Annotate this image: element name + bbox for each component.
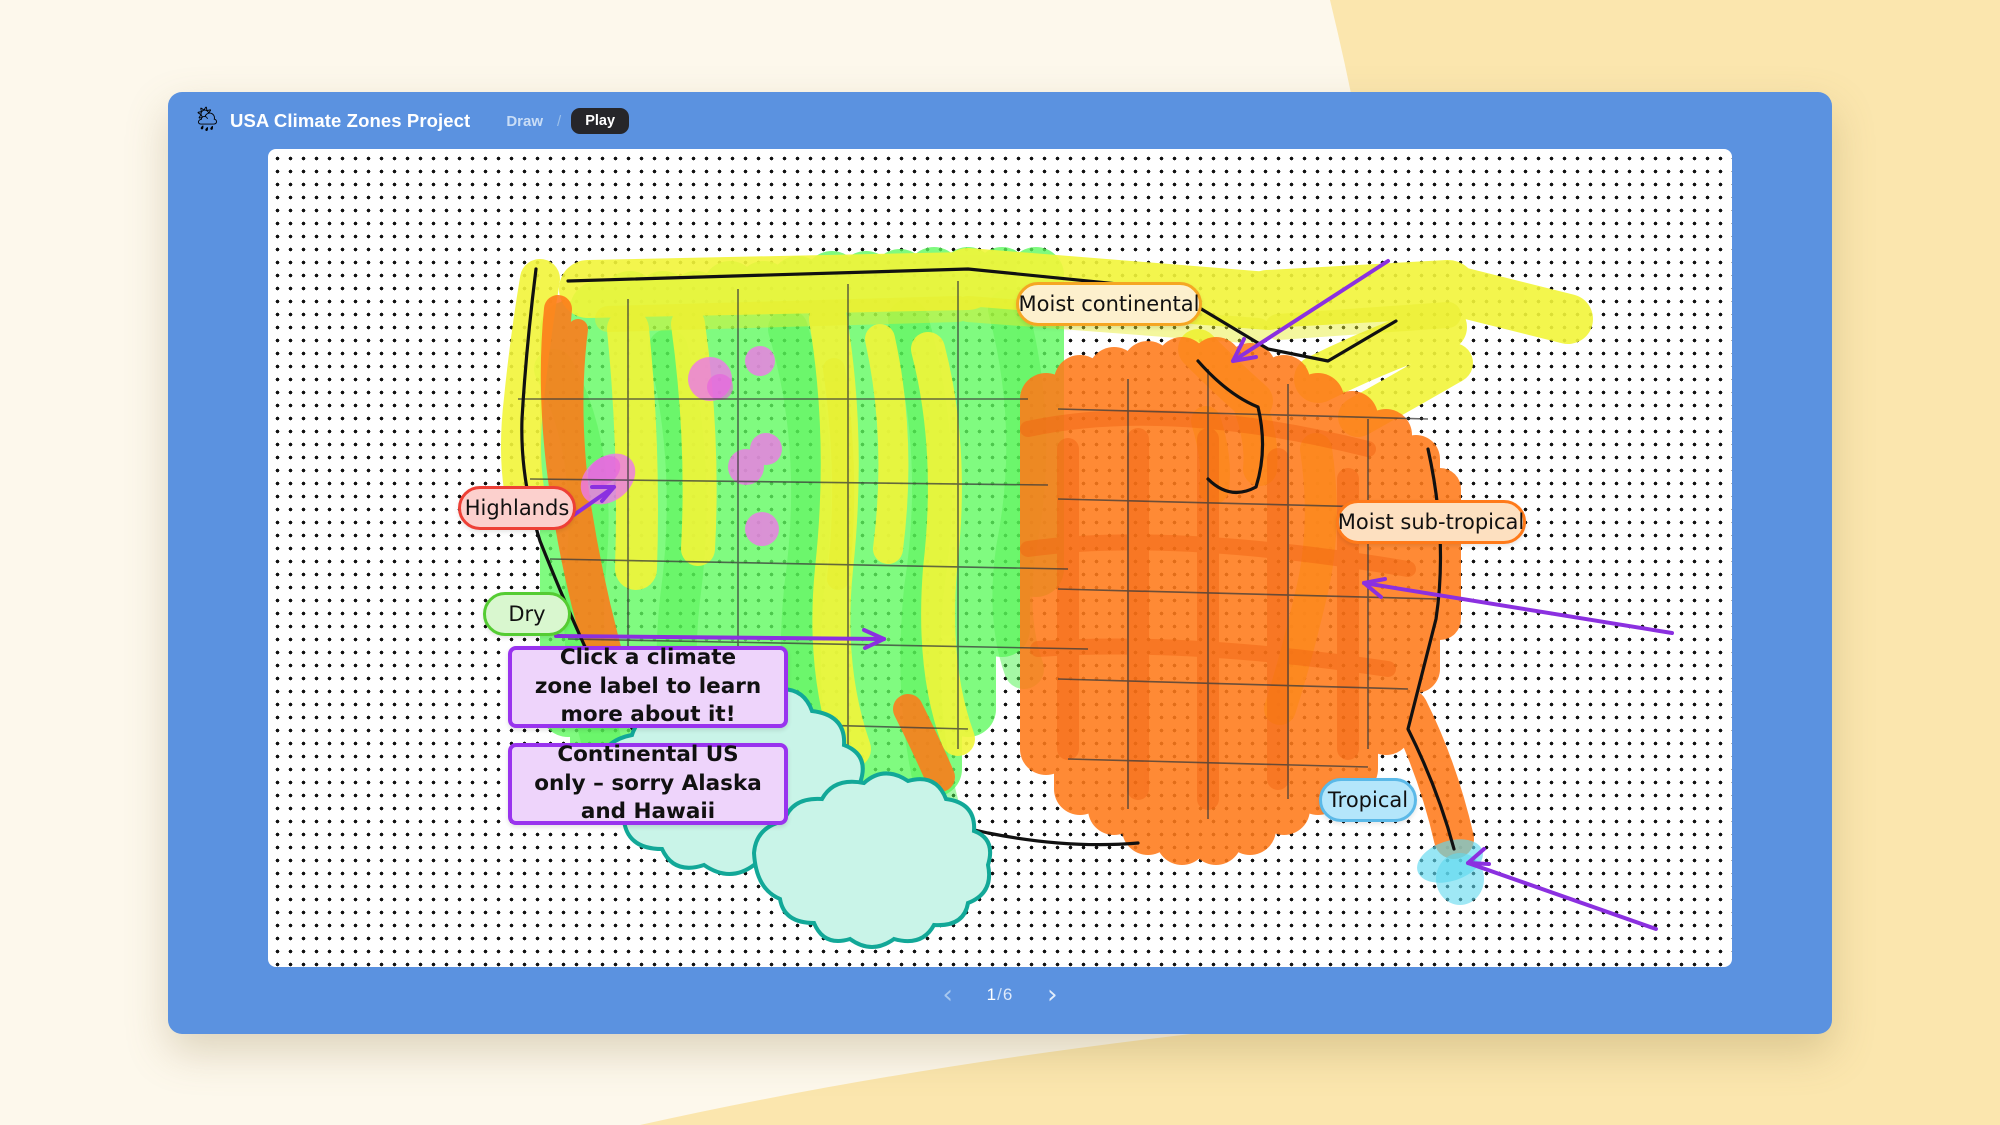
zone-label-moist-sub-tropical[interactable]: Moist sub-tropical <box>1336 500 1526 544</box>
slide-total: 6 <box>1002 985 1014 1004</box>
zone-label-text: Moist sub-tropical <box>1337 510 1525 534</box>
note-text: Click a climate zone label to learn more… <box>534 645 762 728</box>
zone-label-text: Dry <box>508 602 546 626</box>
sun-behind-rain-cloud-icon: 🌦 <box>192 106 223 133</box>
mode-separator: / <box>557 112 562 130</box>
slide-canvas[interactable]: Moist continental Highlands Moist sub-tr… <box>268 149 1732 967</box>
title-bar: 🌦 USA Climate Zones Project Draw / Play <box>168 92 1832 150</box>
zone-label-highlands[interactable]: Highlands <box>458 486 576 530</box>
slide-current: 1 <box>986 985 998 1004</box>
chevron-left-icon[interactable]: ‹ <box>937 982 959 1008</box>
zone-label-text: Highlands <box>464 496 570 520</box>
zone-label-text: Tropical <box>1327 788 1409 812</box>
app-window: 🌦 USA Climate Zones Project Draw / Play <box>168 92 1832 1034</box>
slide-pager: ‹ 1/6 › <box>168 978 1832 1012</box>
note-instruction[interactable]: Click a climate zone label to learn more… <box>508 645 788 728</box>
usa-climate-map <box>501 247 1674 949</box>
zone-label-tropical[interactable]: Tropical <box>1319 778 1417 822</box>
page-title: USA Climate Zones Project <box>230 110 471 131</box>
tab-play[interactable]: Play <box>571 107 630 135</box>
tab-draw[interactable]: Draw <box>502 111 547 132</box>
note-text: Continental US only – sorry Alaska and H… <box>534 742 762 825</box>
slide-counter: 1/6 <box>987 985 1014 1005</box>
zone-label-text: Moist continental <box>1018 292 1200 316</box>
chevron-right-icon[interactable]: › <box>1041 982 1063 1008</box>
mode-switch: Draw / Play <box>502 107 630 135</box>
note-scope[interactable]: Continental US only – sorry Alaska and H… <box>508 742 788 825</box>
zone-label-moist-continental[interactable]: Moist continental <box>1016 282 1202 326</box>
zone-label-dry[interactable]: Dry <box>483 592 571 636</box>
